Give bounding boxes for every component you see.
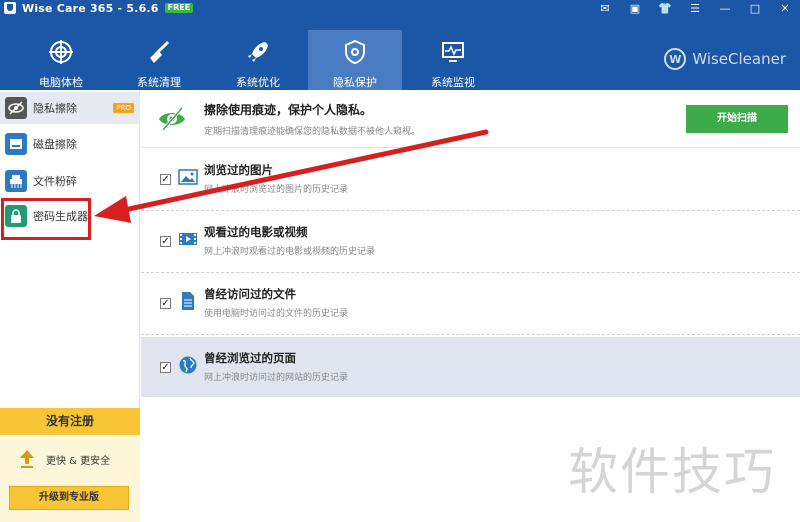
minimize-button[interactable]: — [710, 0, 740, 16]
register-tagline: 更快 & 更安全 [46, 455, 111, 467]
sidebar-item-file-shredder[interactable]: 文件粉碎 [0, 165, 140, 197]
rocket-icon [244, 38, 272, 66]
close-button[interactable]: ✕ [770, 0, 800, 16]
monitor-icon [439, 38, 467, 66]
annotation-highlight-box [1, 198, 91, 240]
item-title: 观看过的电影或视频 [204, 225, 308, 239]
brand-wisecleaner[interactable]: W WiseCleaner [664, 48, 786, 70]
menu-icon[interactable]: ☰ [680, 0, 710, 16]
item-subtitle: 网上冲浪时观看过的电影或视频的历史记录 [204, 247, 376, 257]
tab-label: 系统监视 [431, 76, 475, 89]
app-logo-icon [4, 2, 16, 14]
list-item[interactable]: ✓ 浏览过的图片 网上冲浪时浏览过的图片的历史记录 [141, 149, 800, 211]
tab-label: 系统清理 [137, 76, 181, 89]
item-checkbox[interactable]: ✓ [160, 174, 171, 185]
brand-name: WiseCleaner [692, 50, 786, 68]
top-navigation: 电脑体检 系统清理 系统优化 隐私保护 系统监视 W WiseCleaner [0, 16, 800, 104]
pro-badge: PRO [113, 103, 134, 113]
shield-icon [341, 38, 369, 66]
sidebar: 隐私擦除 PRO 磁盘擦除 文件粉碎 密码生成器 没有注册 更快 & 更安全 升… [0, 90, 140, 522]
maximize-button[interactable]: □ [740, 0, 770, 16]
disk-icon [5, 133, 27, 155]
window-title: Wise Care 365 - 5.6.6 [22, 1, 159, 15]
broom-icon [145, 38, 173, 66]
mail-icon[interactable]: ✉ [590, 0, 620, 16]
sidebar-item-label: 隐私擦除 [33, 102, 77, 115]
image-icon [178, 167, 198, 187]
upgrade-arrow-icon [18, 448, 36, 470]
skin-icon[interactable]: 👕 [650, 0, 680, 16]
title-bar: Wise Care 365 - 5.6.6 FREE ✉ ▣ 👕 ☰ — □ ✕ [0, 0, 800, 16]
item-subtitle: 使用电脑时访问过的文件的历史记录 [204, 309, 349, 319]
item-title: 浏览过的图片 [204, 163, 273, 177]
register-tagline-row: 更快 & 更安全 [18, 448, 110, 470]
register-title: 没有注册 [0, 408, 140, 435]
list-item[interactable]: ✓ 曾经浏览过的页面 网上冲浪时访问过的网站的历史记录 [141, 337, 800, 397]
edition-badge: FREE [164, 3, 194, 13]
shredder-icon [5, 170, 27, 192]
wisecleaner-logo-icon: W [664, 48, 687, 70]
privacy-subtitle: 定期扫描清理痕迹能确保您的隐私数据不被他人窥视。 [204, 127, 421, 137]
list-item[interactable]: ✓ 曾经访问过的文件 使用电脑时访问过的文件的历史记录 [141, 273, 800, 335]
feedback-icon[interactable]: ▣ [620, 0, 650, 16]
item-subtitle: 网上冲浪时浏览过的图片的历史记录 [204, 185, 349, 195]
privacy-header: 擦除使用痕迹，保护个人隐私。 定期扫描清理痕迹能确保您的隐私数据不被他人窥视。 … [141, 90, 800, 148]
window-controls: ✉ ▣ 👕 ☰ — □ ✕ [590, 0, 800, 16]
sidebar-item-label: 磁盘擦除 [33, 138, 77, 151]
privacy-eye-icon [157, 104, 187, 134]
upgrade-button[interactable]: 升级到专业版 [9, 486, 129, 510]
privacy-title: 擦除使用痕迹，保护个人隐私。 [204, 103, 373, 117]
item-title: 曾经浏览过的页面 [204, 351, 296, 365]
item-checkbox[interactable]: ✓ [160, 362, 171, 373]
watermark: 软件技巧 [568, 443, 776, 501]
list-item[interactable]: ✓ 观看过的电影或视频 网上冲浪时观看过的电影或视频的历史记录 [141, 211, 800, 273]
film-icon [178, 229, 198, 249]
tab-label: 隐私保护 [333, 76, 377, 89]
sidebar-item-disk-eraser[interactable]: 磁盘擦除 [0, 128, 140, 160]
item-checkbox[interactable]: ✓ [160, 236, 171, 247]
globe-icon [178, 355, 198, 375]
document-icon [178, 291, 198, 311]
register-panel: 没有注册 更快 & 更安全 升级到专业版 [0, 408, 140, 522]
sidebar-item-privacy-eraser[interactable]: 隐私擦除 PRO [0, 92, 140, 124]
target-icon [47, 38, 75, 66]
sidebar-item-label: 文件粉碎 [33, 175, 77, 188]
tab-label: 系统优化 [236, 76, 280, 89]
item-title: 曾经访问过的文件 [204, 287, 296, 301]
tab-label: 电脑体检 [39, 76, 83, 89]
item-checkbox[interactable]: ✓ [160, 298, 171, 309]
item-subtitle: 网上冲浪时访问过的网站的历史记录 [204, 373, 349, 383]
start-scan-button[interactable]: 开始扫描 [686, 105, 788, 133]
eye-slash-icon [5, 97, 27, 119]
